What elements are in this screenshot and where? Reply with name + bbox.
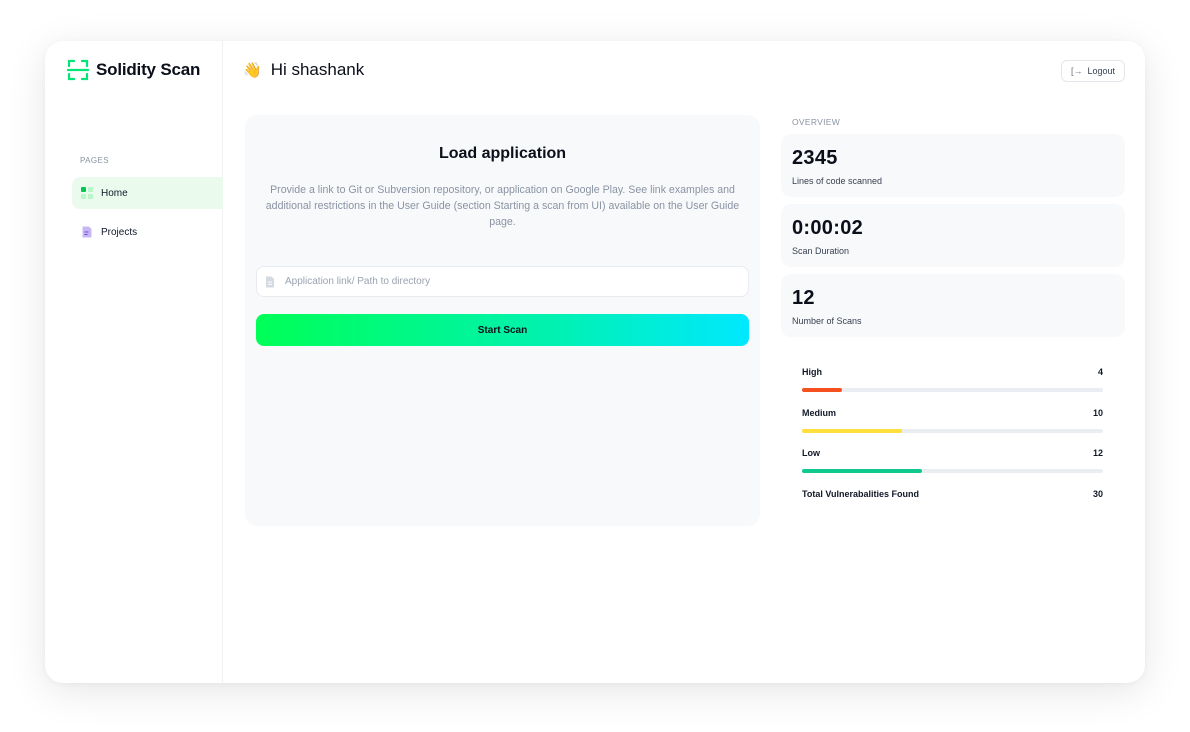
vuln-progress-fill: [802, 388, 843, 392]
logout-label: Logout: [1087, 66, 1115, 76]
vuln-low: Low 12: [802, 448, 1103, 473]
vuln-high: High 4: [802, 367, 1103, 392]
brand[interactable]: Solidity Scan: [67, 59, 200, 81]
grid-icon: [81, 187, 93, 199]
vuln-total-count: 30: [1092, 489, 1103, 499]
vuln-label: High: [802, 367, 822, 377]
stat-label: Lines of code scanned: [792, 176, 883, 186]
logout-icon: [→: [1070, 66, 1083, 76]
start-scan-button[interactable]: Start Scan: [256, 314, 749, 346]
vuln-medium: Medium 10: [802, 408, 1103, 433]
vuln-progress-track: [802, 429, 1103, 433]
stat-card-duration: 0:00:02 Scan Duration: [781, 204, 1125, 267]
application-link-input[interactable]: [285, 276, 725, 287]
stat-value: 12: [792, 287, 815, 309]
sidebar-item-home[interactable]: Home: [72, 177, 223, 209]
stat-card-lines: 2345 Lines of code scanned: [781, 134, 1125, 197]
logout-button[interactable]: [→ Logout: [1060, 60, 1125, 82]
pages-section-label: PAGES: [80, 156, 109, 165]
vuln-label: Medium: [802, 408, 837, 418]
load-title: Load application: [438, 145, 567, 162]
scan-frame-icon: [67, 59, 89, 81]
overview-label: OVERVIEW: [792, 117, 841, 127]
vuln-progress-track: [802, 469, 1103, 473]
document-icon: [82, 226, 92, 238]
brand-name: Solidity Scan: [96, 60, 201, 79]
vuln-total-label: Total Vulnerabalities Found: [802, 489, 920, 499]
stat-value: 0:00:02: [792, 217, 864, 239]
vuln-progress-track: [802, 388, 1103, 392]
vuln-progress-fill: [802, 469, 923, 473]
file-icon: [266, 276, 274, 287]
sidebar-item-label: Projects: [101, 226, 138, 238]
greeting: 👋 Hi shashank: [243, 60, 364, 80]
vuln-total: Total Vulnerabalities Found 30: [802, 489, 1103, 499]
greeting-text: Hi shashank: [270, 60, 365, 79]
application-link-field[interactable]: [256, 266, 749, 297]
stat-card-scans: 12 Number of Scans: [781, 274, 1125, 337]
vuln-count: 10: [1092, 408, 1103, 418]
vuln-label: Low: [802, 448, 820, 458]
vuln-count: 12: [1092, 448, 1103, 458]
sidebar: Solidity Scan PAGES Home Projects: [45, 41, 223, 683]
load-description: Provide a link to Git or Subversion repo…: [265, 184, 740, 228]
app-window: Solidity Scan PAGES Home Projects 👋 Hi s…: [45, 41, 1145, 683]
stat-label: Number of Scans: [792, 316, 862, 326]
vuln-progress-fill: [802, 429, 903, 433]
wave-icon: 👋: [243, 62, 262, 79]
stat-value: 2345: [792, 147, 838, 169]
vuln-count: 4: [1097, 367, 1103, 377]
sidebar-item-projects[interactable]: Projects: [72, 216, 223, 248]
stat-label: Scan Duration: [792, 246, 850, 256]
load-application-card: Load application Provide a link to Git o…: [245, 115, 760, 526]
sidebar-item-label: Home: [101, 187, 128, 199]
